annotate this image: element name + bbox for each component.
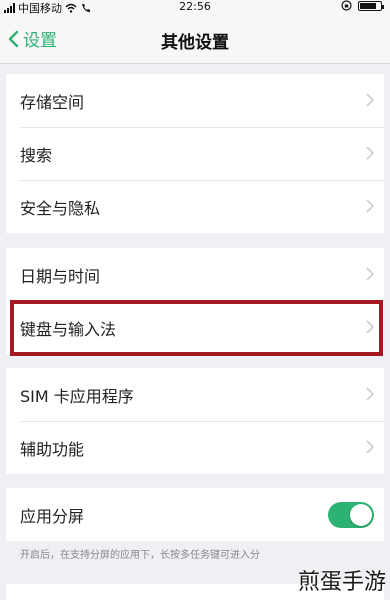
toggle-knob bbox=[350, 504, 372, 526]
search-item[interactable]: 搜索 bbox=[6, 127, 384, 180]
sim-apps-item[interactable]: SIM 卡应用程序 bbox=[6, 368, 384, 421]
accessibility-item[interactable]: 辅助功能 bbox=[6, 421, 384, 474]
list-item-label: 搜索 bbox=[20, 145, 53, 165]
page-title: 其他设置 bbox=[161, 33, 229, 53]
settings-group-4: 应用分屏 bbox=[6, 488, 384, 541]
split-screen-item: 应用分屏 bbox=[6, 488, 384, 541]
list-item-label: 日期与时间 bbox=[20, 266, 101, 286]
status-bar: 中国移动 22:56 bbox=[0, 0, 390, 15]
watermark: 煎蛋手游 bbox=[297, 570, 386, 595]
chevron-right-icon bbox=[366, 387, 374, 401]
list-item-label: 应用分屏 bbox=[20, 506, 85, 526]
list-item-label: 键盘与输入法 bbox=[20, 319, 117, 339]
battery-icon bbox=[358, 0, 384, 11]
security-privacy-item[interactable]: 安全与隐私 bbox=[6, 180, 384, 233]
storage-item[interactable]: 存储空间 bbox=[6, 74, 384, 127]
chevron-right-icon bbox=[366, 320, 374, 334]
split-screen-hint: 开启后，在支持分屏的应用下，长按多任务键可进入分 bbox=[20, 550, 260, 561]
status-right bbox=[341, 0, 384, 11]
chevron-right-icon bbox=[366, 93, 374, 107]
chevron-right-icon bbox=[366, 267, 374, 281]
chevron-right-icon bbox=[366, 146, 374, 160]
status-time: 22:56 bbox=[179, 0, 211, 13]
keyboard-input-item[interactable]: 键盘与输入法 bbox=[6, 301, 384, 354]
rotation-lock-icon bbox=[341, 0, 352, 11]
settings-group-2: 日期与时间 键盘与输入法 bbox=[6, 248, 384, 354]
settings-group-3: SIM 卡应用程序 辅助功能 bbox=[6, 368, 384, 474]
settings-group-1: 存储空间 搜索 安全与隐私 bbox=[6, 74, 384, 233]
list-item-label: 辅助功能 bbox=[20, 439, 85, 459]
chevron-right-icon bbox=[366, 440, 374, 454]
list-item-label: SIM 卡应用程序 bbox=[20, 386, 134, 406]
list-item-label: 安全与隐私 bbox=[20, 198, 101, 218]
date-time-item[interactable]: 日期与时间 bbox=[6, 248, 384, 301]
list-item-label: 存储空间 bbox=[20, 92, 85, 112]
chevron-right-icon bbox=[366, 199, 374, 213]
split-screen-toggle[interactable] bbox=[328, 502, 374, 528]
nav-bar: 设置 其他设置 bbox=[0, 14, 390, 64]
